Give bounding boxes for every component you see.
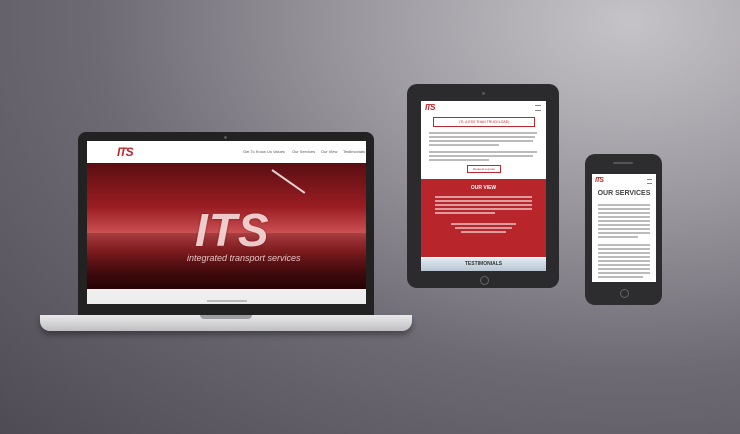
- tablet-logo[interactable]: ITS: [425, 103, 436, 112]
- nav-item-get-to-know-us[interactable]: Get To Know Us: [243, 149, 272, 154]
- hero-logo: ITS: [195, 204, 270, 256]
- nav-item-values[interactable]: Values: [273, 149, 285, 154]
- phone-screen: ITS OUR SERVICES: [592, 174, 656, 282]
- site-logo[interactable]: ITS: [117, 145, 134, 159]
- menu-icon[interactable]: [535, 105, 541, 111]
- tablet-screen: ITS LTL (LESS THAN TRUCKLOAD) Request a …: [421, 101, 546, 271]
- laptop-notch: [200, 315, 252, 319]
- hero-tagline: integrated transport services: [187, 253, 301, 263]
- phone-home-button[interactable]: [620, 289, 629, 298]
- laptop-camera: [224, 136, 227, 139]
- content-strip: [87, 289, 366, 304]
- tablet-camera: [482, 92, 485, 95]
- nav-item-our-view[interactable]: Our View: [321, 149, 337, 154]
- hero-banner: ITS integrated transport services: [87, 163, 366, 289]
- ltl-banner: LTL (LESS THAN TRUCKLOAD): [433, 117, 535, 127]
- laptop-screen: ITS Get To Know Us Values Our Services O…: [87, 141, 366, 304]
- hero-swoosh: [271, 169, 306, 194]
- site-header: ITS Get To Know Us Values Our Services O…: [87, 141, 366, 163]
- phone-logo[interactable]: ITS: [595, 177, 604, 184]
- menu-icon[interactable]: [647, 179, 652, 184]
- tablet-home-button[interactable]: [480, 276, 489, 285]
- nav-item-testimonials[interactable]: Testimonials: [343, 149, 365, 154]
- request-quote-button[interactable]: Request a quote: [467, 165, 501, 173]
- nav-item-our-services[interactable]: Our Services: [292, 149, 315, 154]
- our-services-title: OUR SERVICES: [597, 190, 651, 197]
- phone-speaker: [613, 162, 633, 164]
- testimonials-title: TESTIMONIALS: [464, 261, 503, 267]
- our-view-title: OUR VIEW: [470, 185, 497, 191]
